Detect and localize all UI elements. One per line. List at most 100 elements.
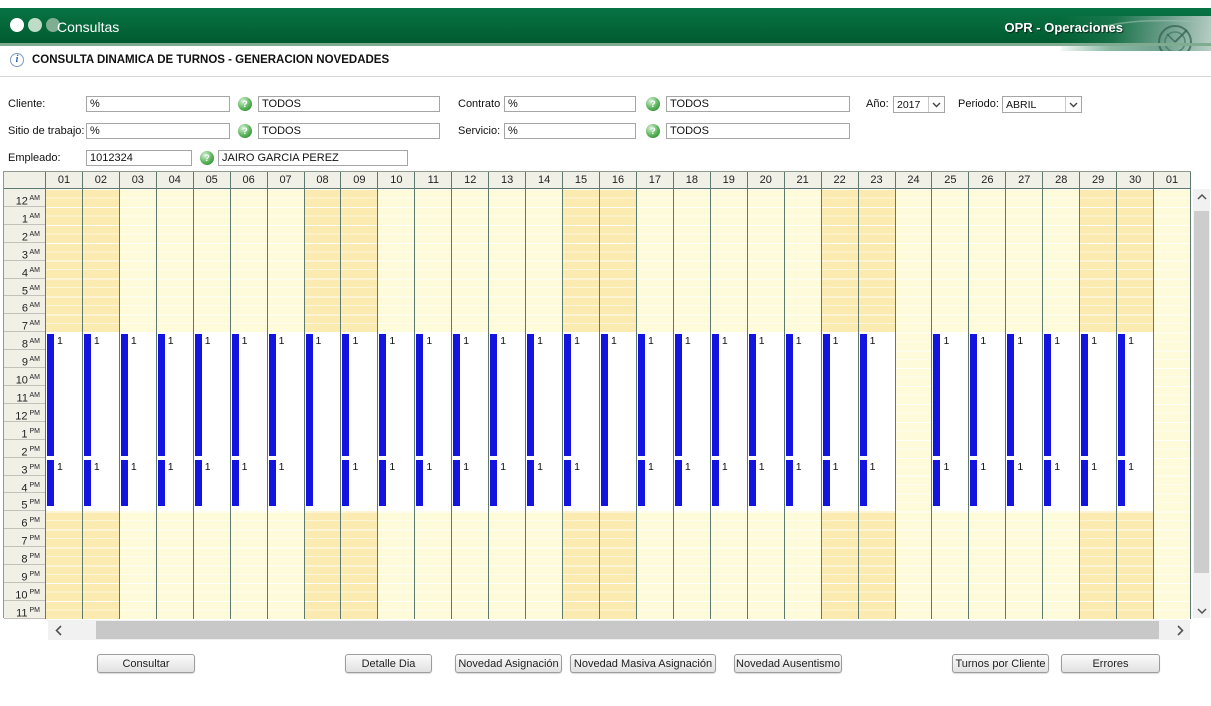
day-column[interactable]: 11 <box>969 189 1007 619</box>
day-column[interactable]: 11 <box>784 189 822 619</box>
shift-bar[interactable] <box>970 333 978 456</box>
shift-bar[interactable] <box>157 333 165 456</box>
shift-bar[interactable] <box>564 459 572 506</box>
shift-bar[interactable] <box>120 459 128 506</box>
shift-bar[interactable] <box>674 333 682 456</box>
day-column[interactable]: 11 <box>563 189 601 619</box>
day-column[interactable]: 11 <box>452 189 490 619</box>
novedad-masiva-asignacion-button[interactable]: Novedad Masiva Asignación <box>570 654 716 673</box>
day-column[interactable]: 11 <box>1006 189 1044 619</box>
day-column[interactable]: 11 <box>489 189 527 619</box>
shift-bar[interactable] <box>305 333 313 506</box>
shift-bar[interactable] <box>379 333 387 456</box>
day-column[interactable]: 11 <box>193 189 231 619</box>
shift-bar[interactable] <box>933 333 941 456</box>
shift-bar[interactable] <box>194 333 202 456</box>
day-column[interactable] <box>895 189 933 619</box>
day-column[interactable]: 11 <box>932 189 970 619</box>
day-column[interactable]: 11 <box>1117 189 1155 619</box>
anio-select[interactable]: 2017 <box>893 96 945 113</box>
contrato-lov-icon[interactable]: ? <box>646 97 660 111</box>
servicio-desc-input[interactable] <box>666 123 850 139</box>
shift-bar[interactable] <box>194 459 202 506</box>
empleado-code-input[interactable] <box>86 150 192 166</box>
chevron-down-icon[interactable] <box>928 97 944 112</box>
day-column[interactable]: 11 <box>230 189 268 619</box>
day-column[interactable]: 11 <box>1080 189 1118 619</box>
shift-bar[interactable] <box>674 459 682 506</box>
day-column[interactable]: 11 <box>747 189 785 619</box>
turnos-por-cliente-button[interactable]: Turnos por Cliente <box>952 654 1049 673</box>
shift-bar[interactable] <box>711 459 719 506</box>
shift-bar[interactable] <box>268 333 276 456</box>
contrato-code-input[interactable] <box>504 96 636 112</box>
servicio-lov-icon[interactable]: ? <box>646 124 660 138</box>
day-column[interactable]: 11 <box>341 189 379 619</box>
novedad-ausentismo-button[interactable]: Novedad Ausentismo <box>734 654 842 673</box>
shift-bar[interactable] <box>120 333 128 456</box>
day-column[interactable]: 11 <box>673 189 711 619</box>
shift-bar[interactable] <box>47 333 54 456</box>
horizontal-scrollbar-thumb[interactable] <box>96 621 1159 639</box>
shift-bar[interactable] <box>785 333 793 456</box>
shift-bar[interactable] <box>748 333 756 456</box>
day-column[interactable]: 11 <box>415 189 453 619</box>
day-column[interactable]: 11 <box>156 189 194 619</box>
sitio-code-input[interactable] <box>86 123 230 139</box>
cliente-desc-input[interactable] <box>258 96 440 112</box>
day-column[interactable] <box>1154 189 1191 619</box>
shift-bar[interactable] <box>601 333 609 506</box>
shift-bar[interactable] <box>859 459 867 506</box>
detalle-dia-button[interactable]: Detalle Dia <box>345 654 432 673</box>
shift-bar[interactable] <box>1044 459 1052 506</box>
day-column[interactable]: 1 <box>304 189 342 619</box>
day-column[interactable]: 11 <box>378 189 416 619</box>
shift-bar[interactable] <box>1081 459 1089 506</box>
shift-bar[interactable] <box>490 459 498 506</box>
shift-bar[interactable] <box>822 459 830 506</box>
grid-body[interactable]: 1111111111111111111111111111111111111111… <box>46 189 1191 619</box>
shift-bar[interactable] <box>231 459 239 506</box>
empleado-lov-icon[interactable]: ? <box>200 151 214 165</box>
shift-bar[interactable] <box>785 459 793 506</box>
shift-bar[interactable] <box>637 333 645 456</box>
horizontal-scrollbar[interactable] <box>48 620 1190 640</box>
consultar-button[interactable]: Consultar <box>97 654 195 673</box>
contrato-desc-input[interactable] <box>666 96 850 112</box>
shift-bar[interactable] <box>527 333 535 456</box>
shift-bar[interactable] <box>1007 333 1015 456</box>
shift-bar[interactable] <box>453 333 461 456</box>
shift-bar[interactable] <box>342 459 350 506</box>
cliente-lov-icon[interactable]: ? <box>238 97 252 111</box>
day-column[interactable]: 11 <box>821 189 859 619</box>
shift-bar[interactable] <box>490 333 498 456</box>
day-column[interactable]: 1 <box>600 189 637 619</box>
day-column[interactable]: 11 <box>46 189 83 619</box>
shift-bar[interactable] <box>1081 333 1089 456</box>
shift-bar[interactable] <box>527 459 535 506</box>
shift-bar[interactable] <box>859 333 867 456</box>
shift-bar[interactable] <box>970 459 978 506</box>
shift-bar[interactable] <box>1118 459 1126 506</box>
shift-bar[interactable] <box>822 333 830 456</box>
shift-bar[interactable] <box>1007 459 1015 506</box>
shift-bar[interactable] <box>83 333 91 456</box>
cliente-code-input[interactable] <box>86 96 230 112</box>
scroll-left-icon[interactable] <box>48 620 68 640</box>
vertical-scrollbar[interactable] <box>1193 189 1210 618</box>
shift-bar[interactable] <box>231 333 239 456</box>
vertical-scrollbar-thumb[interactable] <box>1194 211 1209 573</box>
sitio-desc-input[interactable] <box>258 123 440 139</box>
scroll-right-icon[interactable] <box>1170 620 1190 640</box>
novedad-asignacion-button[interactable]: Novedad Asignación <box>455 654 562 673</box>
day-column[interactable]: 11 <box>82 189 120 619</box>
shift-bar[interactable] <box>564 333 572 456</box>
shift-bar[interactable] <box>453 459 461 506</box>
servicio-code-input[interactable] <box>504 123 636 139</box>
shift-bar[interactable] <box>748 459 756 506</box>
chevron-down-icon[interactable] <box>1065 97 1081 112</box>
sitio-lov-icon[interactable]: ? <box>238 124 252 138</box>
day-column[interactable]: 11 <box>119 189 157 619</box>
shift-bar[interactable] <box>379 459 387 506</box>
periodo-select[interactable]: ABRIL <box>1002 96 1082 113</box>
